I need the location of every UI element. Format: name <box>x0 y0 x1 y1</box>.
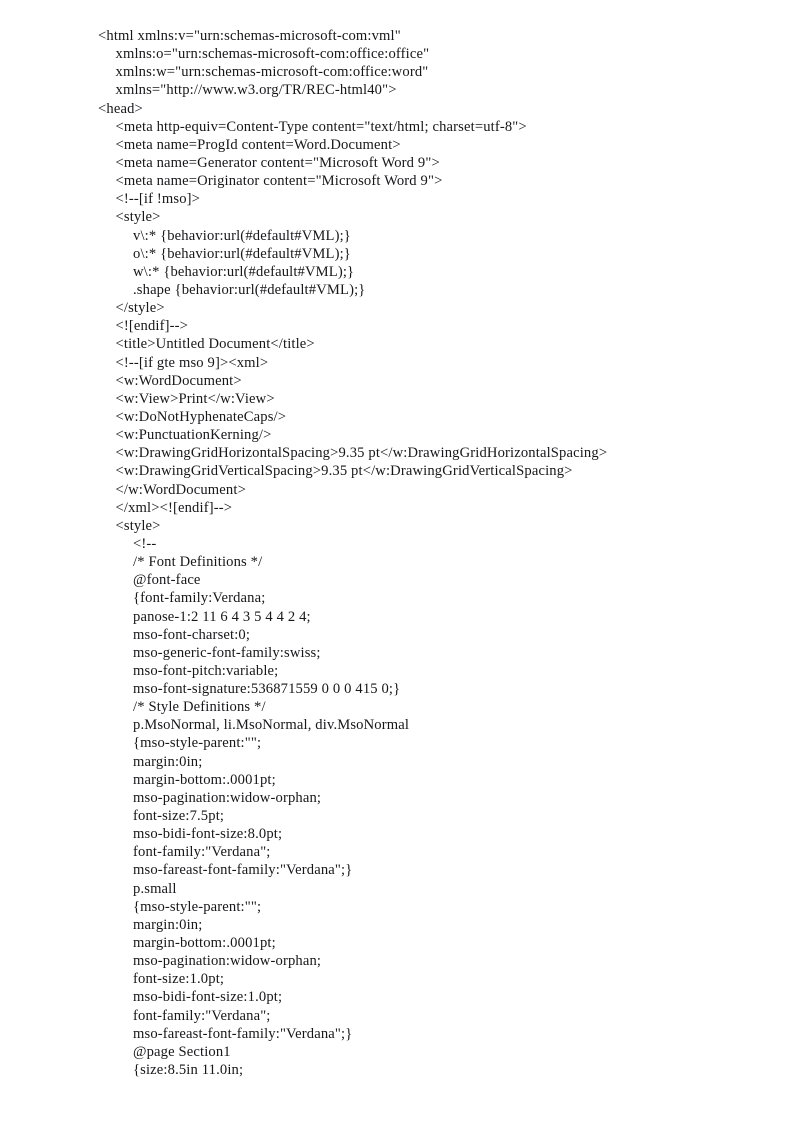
code-line: <w:DrawingGridVerticalSpacing>9.35 pt</w… <box>115 463 573 480</box>
code-line: {mso-style-parent:""; <box>133 735 262 752</box>
code-line: font-family:"Verdana"; <box>133 844 271 861</box>
code-line: margin:0in; <box>133 916 203 933</box>
code-line: xmlns="http://www.w3.org/TR/REC-html40"> <box>115 82 397 99</box>
code-line: font-size:7.5pt; <box>133 808 225 825</box>
code-line: margin-bottom:.0001pt; <box>133 935 276 952</box>
code-line: <meta name=Originator content="Microsoft… <box>115 173 443 190</box>
code-line: <w:PunctuationKerning/> <box>115 427 272 444</box>
code-line: /* Style Definitions */ <box>133 699 266 716</box>
document-page: <html xmlns:v="urn:schemas-microsoft-com… <box>0 0 794 1123</box>
code-line: font-family:"Verdana"; <box>133 1007 271 1024</box>
code-line: w\:* {behavior:url(#default#VML);} <box>133 263 355 280</box>
code-line: mso-bidi-font-size:8.0pt; <box>133 826 283 843</box>
code-line: mso-pagination:widow-orphan; <box>133 953 322 970</box>
code-line: <html xmlns:v="urn:schemas-microsoft-com… <box>98 28 401 44</box>
code-line: <!-- <box>133 535 157 552</box>
code-line: <!--[if !mso]> <box>115 191 201 208</box>
code-line: font-size:1.0pt; <box>133 971 225 988</box>
code-line: <w:View>Print</w:View> <box>115 390 275 407</box>
code-line: <style> <box>115 517 161 534</box>
code-line: <meta http-equiv=Content-Type content="t… <box>115 118 527 135</box>
code-line: <w:DoNotHyphenateCaps/> <box>115 408 287 425</box>
code-line: {mso-style-parent:""; <box>133 898 262 915</box>
code-line: {size:8.5in 11.0in; <box>133 1062 244 1079</box>
code-line: p.small <box>133 880 177 897</box>
code-line: mso-bidi-font-size:1.0pt; <box>133 989 283 1006</box>
code-line: </w:WordDocument> <box>115 481 246 498</box>
code-line: <![endif]--> <box>115 318 188 335</box>
code-line: <w:DrawingGridHorizontalSpacing>9.35 pt<… <box>115 445 608 462</box>
code-line: mso-font-pitch:variable; <box>133 662 279 679</box>
code-line: <style> <box>115 209 161 226</box>
code-line: panose-1:2 11 6 4 3 5 4 4 2 4; <box>133 608 311 625</box>
code-line: <w:WordDocument> <box>115 372 242 389</box>
code-line: @page Section1 <box>133 1043 231 1060</box>
code-line: @font-face <box>133 572 201 589</box>
code-line: mso-fareast-font-family:"Verdana";} <box>133 1025 353 1042</box>
code-line: <!--[if gte mso 9]><xml> <box>115 354 269 371</box>
code-line: xmlns:o="urn:schemas-microsoft-com:offic… <box>115 46 430 63</box>
code-line: mso-pagination:widow-orphan; <box>133 789 322 806</box>
code-line: /* Font Definitions */ <box>133 554 263 571</box>
code-line: p.MsoNormal, li.MsoNormal, div.MsoNormal <box>133 717 410 734</box>
code-line: {font-family:Verdana; <box>133 590 266 607</box>
code-line: mso-font-charset:0; <box>133 626 251 643</box>
source-code-listing: <html xmlns:v="urn:schemas-microsoft-com… <box>98 27 758 1079</box>
code-line: mso-font-signature:536871559 0 0 0 415 0… <box>133 681 401 698</box>
code-line: o\:* {behavior:url(#default#VML);} <box>133 245 351 262</box>
code-line: </style> <box>115 300 165 317</box>
code-line: mso-fareast-font-family:"Verdana";} <box>133 862 353 879</box>
code-line: v\:* {behavior:url(#default#VML);} <box>133 227 351 244</box>
code-line: <meta name=ProgId content=Word.Document> <box>115 136 401 153</box>
code-line: margin-bottom:.0001pt; <box>133 771 276 788</box>
code-line: xmlns:w="urn:schemas-microsoft-com:offic… <box>115 64 429 81</box>
code-line: <title>Untitled Document</title> <box>115 336 315 353</box>
code-line: .shape {behavior:url(#default#VML);} <box>133 281 366 298</box>
code-line: </xml><![endif]--> <box>115 499 233 516</box>
code-line: margin:0in; <box>133 753 203 770</box>
code-line: <meta name=Generator content="Microsoft … <box>115 154 440 171</box>
code-line: mso-generic-font-family:swiss; <box>133 644 321 661</box>
code-line: <head> <box>98 100 143 117</box>
